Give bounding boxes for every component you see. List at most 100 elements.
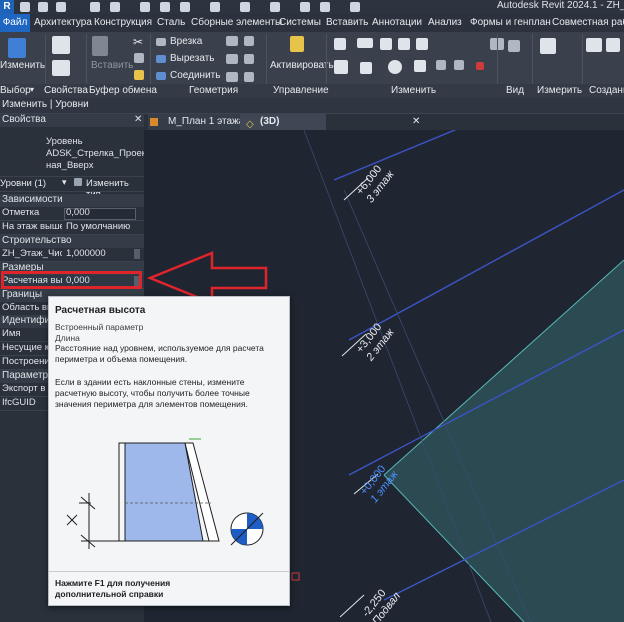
cut-geometry-icon[interactable] <box>156 55 166 63</box>
tab-analyze[interactable]: Анализ <box>428 17 462 28</box>
paste-icon[interactable] <box>92 36 108 56</box>
type-name-line: ADSK_Стрелка_Проект <box>46 148 151 159</box>
prop-key: Отметка <box>2 207 40 218</box>
prop-row-story-above[interactable]: На этаж выше По умолчанию <box>0 221 144 235</box>
mirror-draw-icon[interactable] <box>398 38 410 50</box>
edit-param-button[interactable] <box>134 249 140 259</box>
activate-icon[interactable] <box>290 36 304 52</box>
type-name-line: ная_Вверх <box>46 160 94 171</box>
tab-collaborate[interactable]: Совместная работа <box>552 17 624 28</box>
marker-icon <box>291 572 300 581</box>
geometry-tool-2-icon[interactable] <box>244 36 254 46</box>
revit-logo-icon[interactable]: R <box>0 0 14 14</box>
switch-window-icon[interactable] <box>350 2 360 12</box>
move-icon[interactable] <box>334 60 348 74</box>
copy-tool-icon[interactable] <box>360 62 372 74</box>
tab-file[interactable]: Файл <box>0 14 30 32</box>
properties-icon[interactable] <box>52 60 70 76</box>
dropdown-icon[interactable]: ▾ <box>62 177 67 188</box>
geometry-tool-6-icon[interactable] <box>244 72 254 82</box>
text-icon[interactable] <box>240 2 250 12</box>
close-tab-icon[interactable]: ✕ <box>412 114 420 130</box>
group-construction[interactable]: Строительство <box>0 235 144 248</box>
ribbon-panel-titles: Выбор ▾ Свойства Буфер обмена Геометрия … <box>0 84 624 98</box>
tab-systems[interactable]: Системы <box>279 17 321 28</box>
rotate-icon[interactable] <box>388 60 402 74</box>
match-properties-icon[interactable] <box>134 70 144 80</box>
type-properties-icon[interactable] <box>52 36 70 54</box>
close-icon[interactable]: ✕ <box>134 114 142 125</box>
split-icon[interactable] <box>416 38 428 50</box>
modify-cursor-icon[interactable] <box>8 38 26 58</box>
tab-architecture[interactable]: Архитектура <box>34 17 92 28</box>
align-tool-icon[interactable] <box>334 38 346 50</box>
offset-icon[interactable] <box>357 38 373 48</box>
modify-button-label[interactable]: Изменить <box>0 60 45 71</box>
join-label[interactable]: Соединить <box>170 70 220 81</box>
cut-label[interactable]: Врезка <box>170 36 202 47</box>
scissors-icon[interactable]: ✂ <box>133 35 143 49</box>
panel-select-dropdown-icon[interactable]: ▾ <box>30 85 34 94</box>
tooltip-description: Расстояние над уровнем, используемое для… <box>55 343 264 364</box>
tag-icon[interactable] <box>180 2 190 12</box>
geometry-tool-3-icon[interactable] <box>226 54 238 64</box>
geometry-tool-5-icon[interactable] <box>226 72 238 82</box>
tab-steel[interactable]: Сталь <box>157 17 185 28</box>
create-group-icon[interactable] <box>586 38 602 52</box>
copy-icon[interactable] <box>134 53 144 63</box>
cope-icon[interactable] <box>156 38 166 46</box>
print-icon[interactable] <box>140 2 150 12</box>
scale-icon[interactable] <box>454 60 464 70</box>
prop-value[interactable]: 1,000000 <box>66 248 106 259</box>
tab-structure[interactable]: Конструкция <box>94 17 152 28</box>
open-icon[interactable] <box>20 2 30 12</box>
create-similar-icon[interactable] <box>606 38 620 52</box>
tab-3d[interactable]: ◇ (3D) ✕ <box>240 114 420 130</box>
edit-type-icon[interactable] <box>74 178 82 186</box>
3d-view-icon[interactable] <box>300 2 310 12</box>
panel-select[interactable]: Выбор <box>0 85 31 96</box>
instance-selector[interactable]: Уровни (1) <box>0 178 46 189</box>
panel-view: Вид <box>506 85 525 96</box>
measure-tool-icon[interactable] <box>540 38 556 54</box>
panel-control: Управление <box>273 85 329 96</box>
measure-icon[interactable] <box>160 2 170 12</box>
tab-precast[interactable]: Сборные элементы <box>191 17 282 28</box>
tab-massing-site[interactable]: Формы и генплан <box>470 17 551 28</box>
tab-annotate[interactable]: Аннотации <box>372 17 422 28</box>
panel-properties: Свойства <box>44 85 88 96</box>
group-title: Строительство <box>2 235 72 246</box>
level-head-tick <box>339 594 365 618</box>
ribbon-tabs: Файл Архитектура Конструкция Сталь Сборн… <box>0 14 624 33</box>
undo-icon[interactable] <box>90 2 100 12</box>
cutout-label[interactable]: Вырезать <box>170 53 214 64</box>
array-icon[interactable] <box>436 60 446 70</box>
type-selector[interactable]: Уровень ADSK_Стрелка_Проект ная_Вверх <box>46 136 150 172</box>
sync-icon[interactable] <box>56 2 66 12</box>
trim-icon[interactable] <box>414 60 426 72</box>
tab-insert[interactable]: Вставить <box>326 17 368 28</box>
align-icon[interactable] <box>210 2 220 12</box>
group-constraints[interactable]: Зависимости <box>0 194 144 207</box>
geometry-tool-1-icon[interactable] <box>226 36 238 46</box>
window-title: Autodesk Revit 2024.1 - ZH_Ce <box>497 0 624 11</box>
tooltip-help-line-1: Нажмите F1 для получения <box>55 578 171 588</box>
paste-label: Вставить <box>91 60 134 71</box>
mirror-axis-icon[interactable] <box>380 38 392 50</box>
join-geometry-icon[interactable] <box>156 72 166 80</box>
prop-row-floor-number[interactable]: ZH_Этаж_Числ... 1,000000 <box>0 248 144 262</box>
close-hidden-icon[interactable] <box>320 2 330 12</box>
group-title: Границы <box>2 289 42 300</box>
geometry-tool-4-icon[interactable] <box>244 54 254 64</box>
delete-icon[interactable] <box>476 62 484 70</box>
prop-row-elevation[interactable]: Отметка 0,000 <box>0 207 144 221</box>
redo-icon[interactable] <box>110 2 120 12</box>
prop-value[interactable]: По умолчанию <box>66 221 130 232</box>
prop-value[interactable]: 0,000 <box>66 207 90 218</box>
hide-icon[interactable] <box>508 40 520 52</box>
panel-clipboard: Буфер обмена <box>89 85 157 96</box>
parameter-tooltip: Расчетная высота Встроенный параметр Дли… <box>48 296 290 606</box>
save-icon[interactable] <box>38 2 48 12</box>
section-icon[interactable] <box>270 2 280 12</box>
activate-label[interactable]: Активировать <box>270 60 334 71</box>
